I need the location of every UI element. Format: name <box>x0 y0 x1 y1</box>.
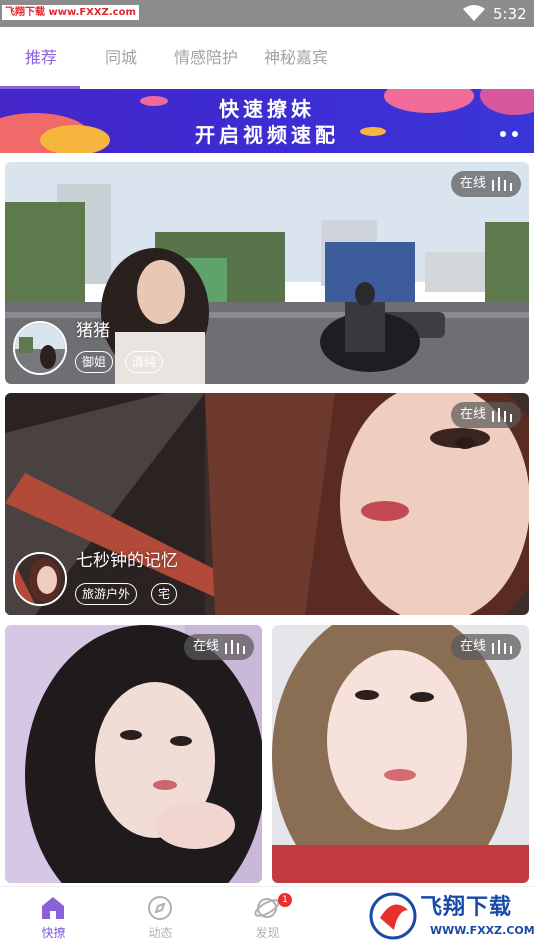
banner-subheadline: 开启视频速配 <box>195 123 339 147</box>
watermark-logo: 飞翔下载 WWW.FXXZ.COM <box>364 888 534 944</box>
user-tag: 宅 <box>151 583 178 605</box>
planet-icon <box>254 898 280 918</box>
signal-bars-icon <box>225 640 245 654</box>
wifi-icon <box>463 5 485 21</box>
tab-recommend[interactable]: 推荐 <box>25 47 57 69</box>
online-status-badge: 在线 <box>451 171 521 197</box>
nav-label: 快撩 <box>41 926 66 940</box>
user-photo <box>272 625 529 883</box>
signal-bars-icon <box>492 408 512 422</box>
category-tabs: 推荐 同城 情感陪护 神秘嘉宾 <box>0 27 534 89</box>
tab-same-city[interactable]: 同城 <box>105 47 137 69</box>
status-bar: 飞翔下载 www.FXXZ.com 5:32 <box>0 0 534 27</box>
nav-item-moments[interactable]: 动态 <box>107 887 214 949</box>
compass-icon <box>148 896 172 920</box>
banner-page-indicator <box>500 131 524 139</box>
user-card[interactable]: 在线 <box>5 625 262 883</box>
nav-label: 发现 <box>255 926 280 940</box>
notification-badge: 1 <box>278 893 292 907</box>
user-card[interactable]: 在线 猪猪 御姐 清纯 <box>5 162 529 384</box>
online-status-badge: 在线 <box>184 634 254 660</box>
user-card[interactable]: 在线 七秒钟的记忆 旅游户外 宅 <box>5 393 529 615</box>
status-time: 5:32 <box>493 5 527 23</box>
tab-mystery-guest[interactable]: 神秘嘉宾 <box>264 47 328 69</box>
user-card[interactable]: 在线 <box>272 625 529 883</box>
user-name: 猪猪 <box>76 321 110 341</box>
online-status-badge: 在线 <box>451 634 521 660</box>
watermark-logo-icon <box>369 892 417 940</box>
nav-item-discover[interactable]: 发现 <box>214 887 321 949</box>
user-photo <box>5 625 262 883</box>
nav-label: 动态 <box>148 926 173 940</box>
user-photo <box>5 393 529 615</box>
user-tag: 清纯 <box>125 351 164 373</box>
user-tag: 旅游户外 <box>75 583 138 605</box>
promo-banner[interactable]: 快速撩妹 开启视频速配 <box>0 89 534 153</box>
user-name: 七秒钟的记忆 <box>76 551 178 571</box>
online-status-badge: 在线 <box>451 402 521 428</box>
watermark-text: 飞翔下载 www.FXXZ.com <box>2 5 139 20</box>
signal-bars-icon <box>492 640 512 654</box>
avatar[interactable] <box>13 552 67 606</box>
avatar[interactable] <box>13 321 67 375</box>
nav-item-quick-chat[interactable]: 快撩 <box>0 887 107 949</box>
banner-headline: 快速撩妹 <box>219 97 315 121</box>
signal-bars-icon <box>492 177 512 191</box>
tab-emotional-companion[interactable]: 情感陪护 <box>174 47 238 69</box>
user-tag: 御姐 <box>75 351 114 373</box>
home-icon <box>42 897 64 919</box>
